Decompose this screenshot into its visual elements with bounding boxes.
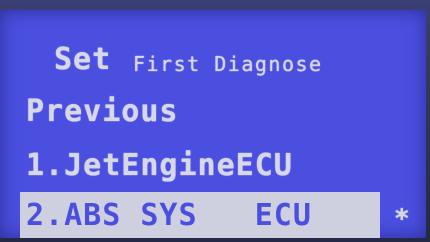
title-set-word: Set	[54, 42, 112, 77]
menu-item-previous[interactable]: Previous	[26, 94, 179, 129]
menu-item-jet-engine-ecu[interactable]: 1.JetEngineECU	[26, 148, 293, 183]
selection-marker-icon: *	[394, 204, 411, 234]
menu-item-abs-sys-ecu[interactable]: 2.ABS SYS ECU	[26, 198, 312, 233]
title-first-diagnose: First Diagnose	[133, 52, 323, 76]
lcd-screen: Set First Diagnose Previous 1.JetEngineE…	[0, 10, 426, 238]
